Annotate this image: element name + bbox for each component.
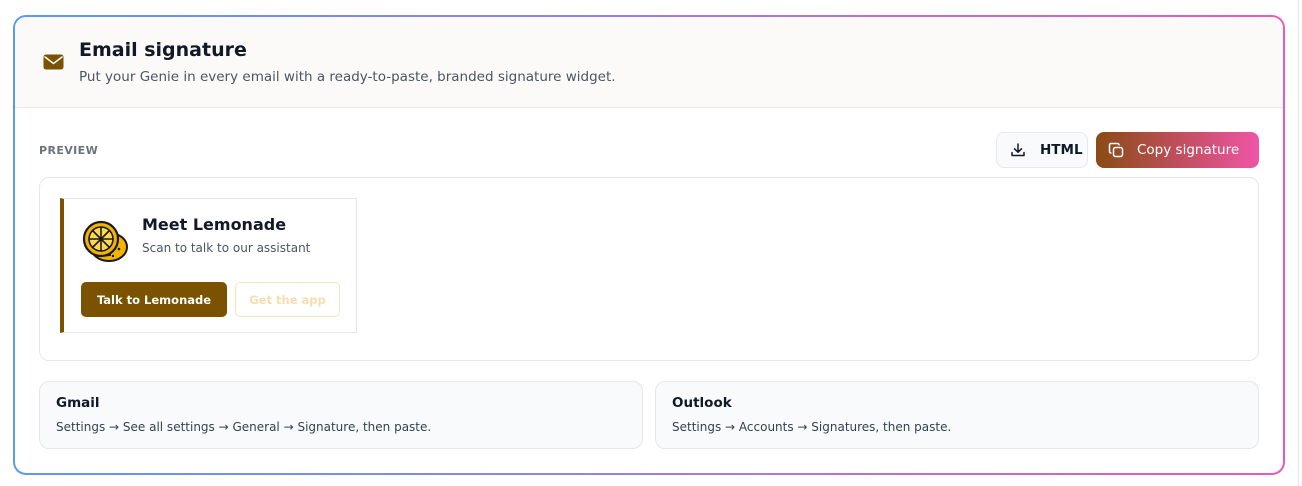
- email-signature-card: Email signature Put your Genie in every …: [15, 17, 1283, 473]
- card-header: Email signature Put your Genie in every …: [15, 17, 1283, 108]
- gmail-title: Gmail: [56, 395, 100, 411]
- get-the-app-button[interactable]: Get the app: [235, 282, 340, 317]
- copy-signature-button[interactable]: Copy signature: [1096, 132, 1259, 168]
- card-subtitle: Put your Genie in every email with a rea…: [79, 69, 616, 85]
- gmail-steps: Settings → See all settings → General → …: [56, 420, 432, 434]
- card-title: Email signature: [79, 39, 247, 61]
- download-html-button[interactable]: HTML: [996, 132, 1088, 168]
- signature-preview-box: Meet Lemonade Scan to talk to our assist…: [39, 177, 1259, 361]
- gmail-instructions: Gmail Settings → See all settings → Gene…: [39, 381, 643, 449]
- email-signature-card-frame: Email signature Put your Genie in every …: [13, 15, 1285, 475]
- talk-to-lemonade-button[interactable]: Talk to Lemonade: [81, 282, 227, 317]
- copy-icon: [1108, 142, 1124, 157]
- preview-label: PREVIEW: [39, 144, 99, 157]
- signature-tagline: Scan to talk to our assistant: [142, 241, 311, 255]
- outlook-instructions: Outlook Settings → Accounts → Signatures…: [655, 381, 1259, 449]
- scrollbar-track[interactable]: [1298, 0, 1299, 486]
- download-icon: [1011, 143, 1025, 157]
- envelope-icon: [43, 54, 64, 70]
- signature-name: Meet Lemonade: [142, 215, 287, 234]
- html-button-label: HTML: [1040, 142, 1083, 158]
- lemon-icon: [82, 220, 128, 262]
- outlook-title: Outlook: [672, 395, 732, 411]
- outlook-steps: Settings → Accounts → Signatures, then p…: [672, 420, 952, 434]
- signature-widget: Meet Lemonade Scan to talk to our assist…: [60, 198, 357, 333]
- copy-button-label: Copy signature: [1137, 142, 1240, 158]
